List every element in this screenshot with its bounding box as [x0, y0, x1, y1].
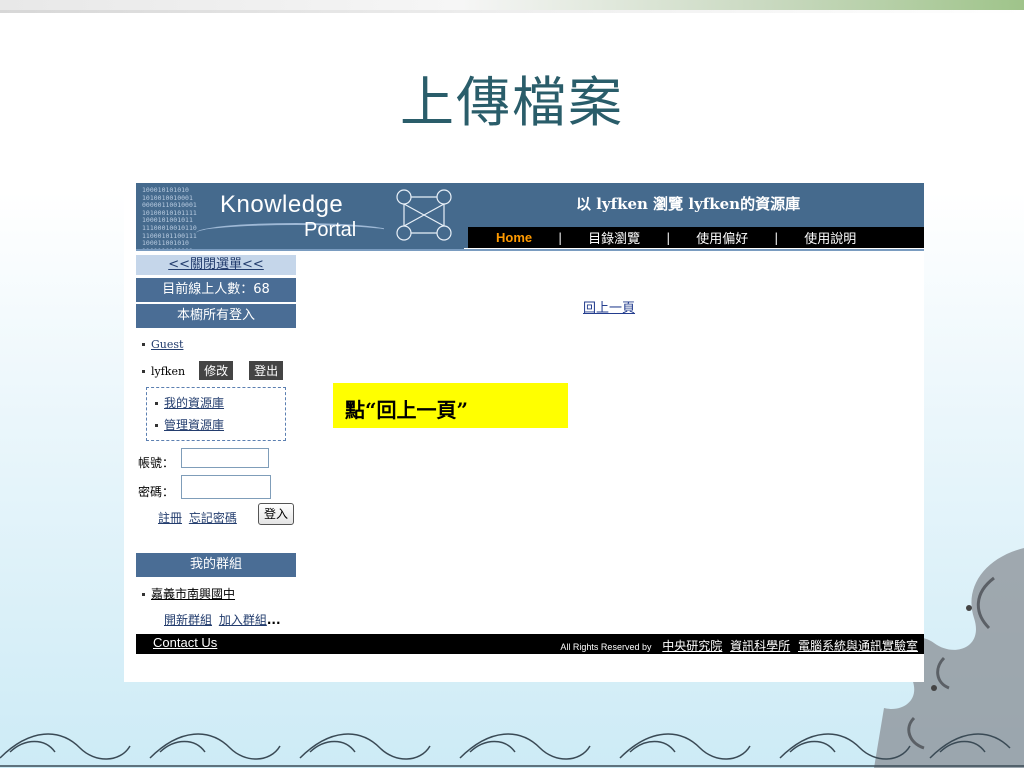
slide-top-bar [0, 0, 1024, 10]
screenshot-frame: 100010101010 1010010010001 0000011001000… [124, 175, 924, 682]
nav-directory[interactable]: 目錄瀏覽 [588, 228, 640, 247]
nav-home[interactable]: Home [496, 230, 532, 245]
forgot-password-link[interactable]: 忘記密碼 [189, 511, 237, 525]
my-repository-link[interactable]: 我的資源庫 [164, 396, 224, 410]
org-academia-sinica-link[interactable]: 中央研究院 [662, 639, 722, 653]
binary-pattern-decoration: 100010101010 1010010010001 0000011001000… [142, 186, 197, 251]
edit-button[interactable]: 修改 [199, 361, 234, 380]
nav-help[interactable]: 使用說明 [804, 228, 856, 247]
navbar-left-cap [456, 227, 468, 248]
group-row: 嘉義市南興國中 [142, 585, 235, 602]
new-group-link[interactable]: 開新群組 [164, 613, 212, 627]
waves-decoration [0, 733, 1024, 767]
bullet-icon [155, 424, 158, 427]
more-ellipsis: ... [266, 613, 281, 627]
user-name: lyfken [151, 365, 186, 378]
register-link[interactable]: 註冊 [158, 511, 182, 525]
bullet-icon [155, 402, 158, 405]
logins-header: 本櫥所有登入 [136, 304, 296, 328]
nav-separator: | [666, 230, 671, 245]
manage-repo-row: 管理資源庫 [155, 416, 224, 433]
network-heads-icon [384, 183, 464, 251]
rights-prefix: All Rights Reserved by [560, 642, 652, 652]
group-link[interactable]: 嘉義市南興國中 [151, 587, 235, 601]
back-link[interactable]: 回上一頁 [583, 297, 635, 316]
banner-welcome-area: 以 lyfken 瀏覽 lyfken的資源庫 [456, 183, 924, 227]
nav-separator: | [774, 230, 779, 245]
nav-separator: | [558, 230, 563, 245]
logo-word-portal: Portal [304, 219, 357, 241]
group-actions-row: 開新群組 加入群組... [164, 611, 281, 628]
contact-us-link[interactable]: Contact Us [153, 635, 217, 650]
welcome-text: 以 lyfken 瀏覽 lyfken的資源庫 [576, 195, 801, 213]
slide-top-bar-shadow [0, 10, 1024, 13]
logo-word-knowledge: Knowledge [220, 191, 344, 218]
org-institute-link[interactable]: 資訊科學所 [730, 639, 790, 653]
site-banner: 100010101010 1010010010001 0000011001000… [136, 183, 924, 251]
slide-title: 上傳檔案 [400, 71, 624, 134]
guest-link[interactable]: Guest [151, 338, 183, 351]
join-group-link[interactable]: 加入群組 [219, 613, 267, 627]
close-menu-link[interactable]: <<關閉選單<< [136, 255, 296, 275]
org-lab-link[interactable]: 電腦系統與通訊實驗室 [798, 639, 918, 653]
user-row: lyfken 修改 登出 [142, 361, 284, 380]
top-navbar: Home | 目錄瀏覽 | 使用偏好 | 使用說明 [468, 227, 924, 248]
nav-preferences[interactable]: 使用偏好 [696, 228, 748, 247]
repository-box: 我的資源庫 管理資源庫 [146, 387, 286, 441]
groups-header: 我的群組 [136, 553, 296, 577]
logo-swoosh-decoration [196, 223, 396, 243]
banner-divider [136, 249, 924, 251]
bullet-icon [142, 370, 145, 373]
auth-links-row: 註冊 忘記密碼 [158, 509, 237, 526]
password-label: 密碼： [138, 485, 175, 499]
instruction-callout: 點“回上一頁” [333, 383, 568, 428]
manage-repository-link[interactable]: 管理資源庫 [164, 418, 224, 432]
bullet-icon [142, 593, 145, 596]
bullet-icon [142, 343, 145, 346]
guest-row: Guest [142, 337, 183, 351]
account-input[interactable] [181, 448, 269, 468]
footer-rights: All Rights Reserved by 中央研究院 資訊科學所 電腦系統與… [560, 637, 918, 654]
online-count: 目前線上人數：68 [136, 278, 296, 302]
my-repo-row: 我的資源庫 [155, 394, 224, 411]
logout-button[interactable]: 登出 [249, 361, 284, 380]
password-input[interactable] [181, 475, 271, 499]
footer: Contact Us All Rights Reserved by 中央研究院 … [136, 634, 924, 654]
login-button[interactable]: 登入 [258, 503, 294, 525]
account-label: 帳號： [138, 456, 175, 470]
